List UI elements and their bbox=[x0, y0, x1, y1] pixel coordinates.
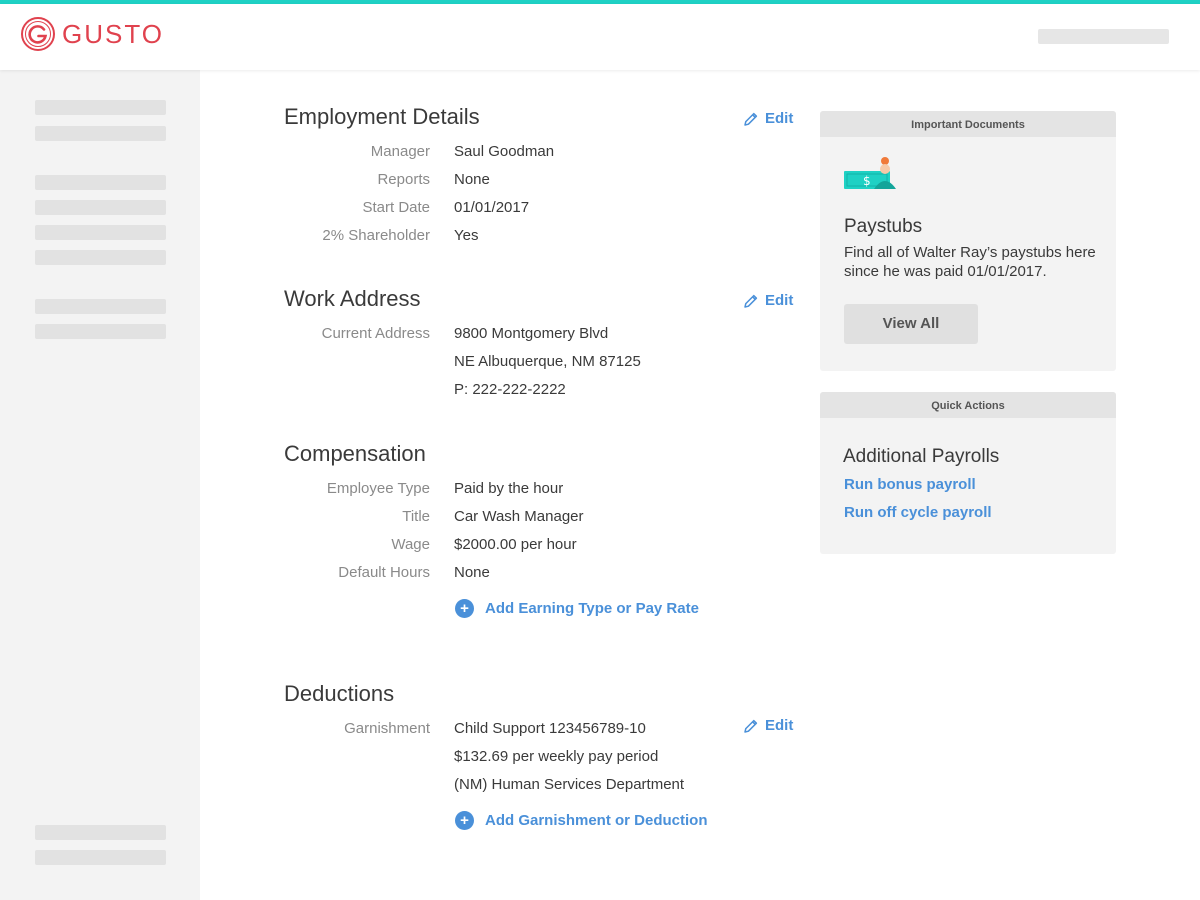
card-header: Important Documents bbox=[820, 111, 1116, 137]
wage-value: $2000.00 per hour bbox=[454, 536, 577, 553]
sidebar-skeleton-item[interactable] bbox=[35, 250, 166, 265]
manager-value: Saul Goodman bbox=[454, 143, 555, 160]
manager-label: Manager bbox=[370, 143, 430, 160]
edit-label: Edit bbox=[765, 717, 794, 734]
run-bonus-payroll-link[interactable]: Run bonus payroll bbox=[844, 476, 976, 493]
employment-details-title: Employment Details bbox=[284, 104, 480, 129]
paystubs-description: Find all of Walter Ray’s paystubs here s… bbox=[844, 244, 1096, 280]
additional-payrolls-title: Additional Payrolls bbox=[843, 446, 1000, 467]
sidebar-skeleton-item[interactable] bbox=[35, 200, 166, 215]
add-earning-type-label: Add Earning Type or Pay Rate bbox=[485, 600, 699, 617]
employment-edit-button[interactable]: Edit bbox=[743, 110, 793, 127]
add-earning-type-link[interactable]: + Add Earning Type or Pay Rate bbox=[455, 599, 699, 618]
plus-circle-icon: + bbox=[455, 599, 474, 618]
paystubs-title: Paystubs bbox=[844, 216, 923, 237]
sidebar bbox=[0, 70, 200, 900]
default-hours-value: None bbox=[454, 564, 490, 581]
deductions-edit-button[interactable]: Edit bbox=[743, 717, 793, 734]
garnishment-line: $132.69 per weekly pay period bbox=[454, 748, 659, 765]
start-date-value: 01/01/2017 bbox=[454, 199, 530, 216]
garnishment-line: (NM) Human Services Department bbox=[454, 776, 685, 793]
deductions-title: Deductions bbox=[284, 681, 395, 706]
edit-label: Edit bbox=[765, 292, 794, 309]
add-garnishment-link[interactable]: + Add Garnishment or Deduction bbox=[455, 811, 708, 830]
pencil-icon bbox=[744, 294, 758, 308]
reports-label: Reports bbox=[377, 171, 430, 188]
edit-label: Edit bbox=[765, 110, 794, 127]
work-address-edit-button[interactable]: Edit bbox=[743, 292, 793, 309]
svg-text:$: $ bbox=[863, 174, 871, 188]
address-line: 9800 Montgomery Blvd bbox=[454, 325, 609, 342]
employee-type-label: Employee Type bbox=[326, 480, 430, 497]
start-date-label: Start Date bbox=[362, 199, 430, 216]
gusto-logo-icon bbox=[21, 17, 55, 51]
plus-circle-icon: + bbox=[455, 811, 474, 830]
sidebar-skeleton-item[interactable] bbox=[35, 175, 166, 190]
title-value: Car Wash Manager bbox=[454, 508, 584, 525]
shareholder-label: 2% Shareholder bbox=[322, 227, 430, 244]
reports-value: None bbox=[454, 171, 490, 188]
add-garnishment-label: Add Garnishment or Deduction bbox=[485, 812, 708, 829]
compensation-title: Compensation bbox=[284, 441, 426, 466]
card-header: Quick Actions bbox=[820, 392, 1116, 418]
sidebar-skeleton-item[interactable] bbox=[35, 100, 166, 115]
employee-type-value: Paid by the hour bbox=[454, 480, 564, 497]
work-address-title: Work Address bbox=[284, 286, 421, 311]
sidebar-skeleton-item[interactable] bbox=[35, 225, 166, 240]
quick-actions-card: Quick Actions Additional Payrolls Run bo… bbox=[820, 392, 1116, 554]
paystub-icon: $ bbox=[844, 157, 896, 189]
shareholder-value: Yes bbox=[454, 227, 479, 244]
sidebar-skeleton-item[interactable] bbox=[35, 850, 166, 865]
garnishment-label: Garnishment bbox=[344, 720, 430, 737]
important-documents-card: Important Documents $ Paystubs Find all … bbox=[820, 111, 1116, 371]
logo-text: GUSTO bbox=[62, 18, 164, 49]
sidebar-skeleton-item[interactable] bbox=[35, 126, 166, 141]
sidebar-skeleton-item[interactable] bbox=[35, 825, 166, 840]
view-all-button[interactable]: View All bbox=[844, 304, 978, 344]
gusto-logo[interactable]: GUSTO bbox=[20, 16, 164, 52]
garnishment-line: Child Support 123456789-10 bbox=[454, 720, 646, 737]
pencil-icon bbox=[744, 719, 758, 733]
title-label: Title bbox=[402, 508, 430, 525]
pencil-icon bbox=[744, 112, 758, 126]
run-off-cycle-payroll-link[interactable]: Run off cycle payroll bbox=[844, 504, 992, 521]
header-placeholder bbox=[1038, 29, 1169, 44]
default-hours-label: Default Hours bbox=[338, 564, 430, 581]
current-address-label: Current Address bbox=[321, 325, 430, 342]
wage-label: Wage bbox=[391, 536, 430, 553]
sidebar-skeleton-item[interactable] bbox=[35, 299, 166, 314]
address-phone: P: 222-222-2222 bbox=[454, 381, 566, 398]
header: GUSTO bbox=[0, 4, 1200, 70]
sidebar-skeleton-item[interactable] bbox=[35, 324, 166, 339]
address-line: NE Albuquerque, NM 87125 bbox=[454, 353, 641, 370]
